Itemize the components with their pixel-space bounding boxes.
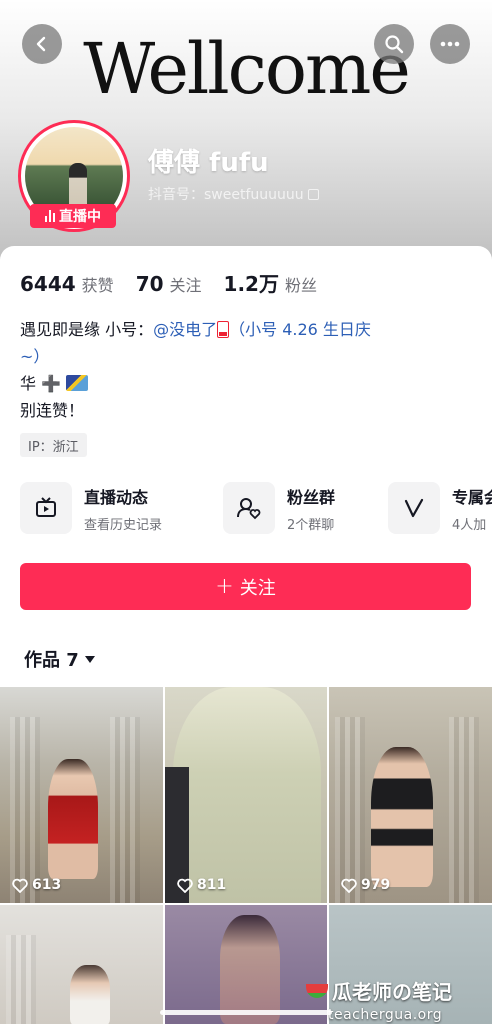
bio-mention-link[interactable]: @没电了 — [153, 320, 230, 339]
feature-membership[interactable]: 专属会 4人加 — [388, 482, 492, 534]
heart-icon — [341, 878, 357, 893]
likes-count: 811 — [197, 877, 227, 893]
feature-fan-group[interactable]: 粉丝群 2个群聊 — [223, 482, 335, 534]
watermark-title: 瓜老师の笔记 — [332, 980, 452, 1004]
likes-count: 979 — [361, 877, 391, 893]
douyin-id[interactable]: 抖音号：sweetfuuuuuu — [148, 184, 319, 204]
feature-live-history[interactable]: 直播动态 查看历史记录 — [20, 482, 162, 534]
chevron-left-icon — [36, 36, 46, 52]
follow-button[interactable]: + 关注 — [20, 563, 471, 610]
live-badge-label: 直播中 — [59, 209, 101, 225]
likes-overlay: 613 — [12, 877, 61, 893]
likes-count: 6444 — [20, 272, 76, 296]
followers-label: 粉丝 — [284, 276, 317, 295]
v-badge-icon — [388, 482, 440, 534]
more-button[interactable] — [430, 24, 470, 64]
back-button[interactable] — [22, 24, 62, 64]
nickname: 傅傅 fufu — [148, 148, 269, 178]
bio-line-1: 遇见即是缘 小号：@没电了 （小号 4.26 生日庆 — [20, 316, 470, 343]
bio-line-3-text: 华 ➕ — [20, 374, 62, 393]
feature-sub: 查看历史记录 — [84, 517, 163, 533]
bio-suffix: （小号 4.26 生日庆 — [229, 320, 371, 339]
feature-title: 粉丝群 — [287, 487, 336, 507]
live-badge[interactable]: 直播中 — [30, 204, 116, 228]
watermelon-icon — [306, 983, 328, 998]
tv-icon — [20, 482, 72, 534]
likes-count: 613 — [32, 877, 62, 893]
video-grid: 613 811 979 — [0, 687, 492, 1024]
works-tab[interactable]: 作品 7 — [24, 646, 95, 672]
likes-overlay: 811 — [177, 877, 226, 893]
copy-icon[interactable] — [307, 188, 319, 200]
stats-row: 6444 获赞 70 关注 1.2万 粉丝 — [20, 268, 317, 297]
stat-likes: 6444 获赞 — [20, 272, 114, 296]
banner-title: Wellcome — [83, 28, 411, 110]
followers-count: 1.2万 — [223, 272, 279, 296]
search-button[interactable] — [374, 24, 414, 64]
more-dots-icon — [440, 41, 460, 47]
stat-following[interactable]: 70 关注 — [136, 272, 202, 296]
works-tab-label: 作品 7 — [24, 650, 79, 671]
following-count: 70 — [135, 272, 164, 296]
likes-label: 获赞 — [81, 276, 114, 295]
watermark-url: teachergua.org — [328, 1007, 443, 1023]
bio-prefix: 遇见即是缘 小号： — [20, 320, 154, 339]
watermark: 瓜老师の笔记 teachergua.org — [306, 976, 486, 1023]
feature-title: 直播动态 — [84, 487, 149, 507]
feature-row: 直播动态 查看历史记录 粉丝群 2个群聊 专属会 4人加 — [20, 482, 492, 542]
profile-card: 6444 获赞 70 关注 1.2万 粉丝 遇见即是缘 小号：@没电了 （小号 4… — [0, 246, 492, 686]
bio-line-2: ~） — [20, 347, 50, 366]
follow-button-label: 关注 — [239, 577, 276, 599]
search-icon — [385, 35, 404, 54]
feature-title: 专属会 — [452, 487, 492, 507]
following-label: 关注 — [169, 276, 202, 295]
caret-down-icon — [84, 655, 95, 663]
douyin-id-text: 抖音号：sweetfuuuuuu — [148, 187, 304, 203]
bio-mention-text: @没电了 — [153, 320, 218, 339]
flag-icon — [66, 375, 89, 391]
video-thumbnail[interactable]: 613 — [0, 687, 163, 903]
video-thumbnail[interactable] — [0, 905, 163, 1024]
fan-group-icon — [223, 482, 275, 534]
video-thumbnail[interactable]: 979 — [329, 687, 492, 903]
battery-low-icon — [217, 321, 230, 338]
video-thumbnail[interactable] — [165, 905, 327, 1024]
live-bars-icon — [45, 210, 55, 222]
home-indicator[interactable] — [160, 1010, 332, 1015]
bio-line-3: 华 ➕ — [20, 370, 470, 397]
bio-line-4: 别连赞！ — [20, 401, 85, 420]
heart-icon — [177, 878, 193, 893]
video-thumbnail[interactable]: 811 — [165, 687, 327, 903]
ip-location-tag: IP：浙江 — [20, 433, 87, 457]
likes-overlay: 979 — [341, 877, 390, 893]
feature-sub: 2个群聊 — [287, 517, 335, 533]
feature-sub: 4人加 — [452, 517, 487, 533]
stat-followers[interactable]: 1.2万 粉丝 — [224, 268, 317, 297]
heart-icon — [12, 878, 28, 893]
plus-icon: + — [215, 574, 234, 599]
bio: 遇见即是缘 小号：@没电了 （小号 4.26 生日庆 ~） 华 ➕ 别连赞！ — [20, 316, 470, 424]
